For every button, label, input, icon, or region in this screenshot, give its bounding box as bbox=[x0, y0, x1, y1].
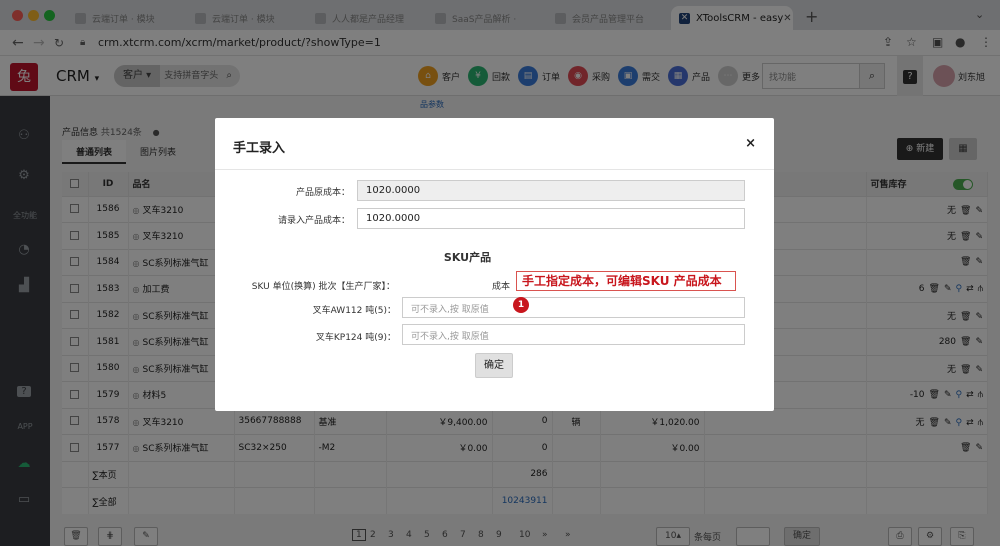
manual-entry-dialog: 手工录入 × 产品原成本： 1020.0000 请录入产品成本： 1020.00… bbox=[215, 118, 774, 411]
orig-cost-label: 产品原成本： bbox=[295, 188, 350, 198]
cost-column-label: 成本 bbox=[491, 282, 510, 292]
dialog-title: 手工录入 bbox=[233, 141, 286, 156]
sku2-label: 叉车KP124 吨(9)： bbox=[315, 333, 396, 343]
sku1-cost-input[interactable]: 可不录入,按 取原值 bbox=[402, 297, 745, 318]
dialog-header: 手工录入 × bbox=[215, 118, 774, 170]
annotation-callout: 手工指定成本，可编辑SKU 产品成本 bbox=[516, 271, 736, 291]
sku-column-label: SKU 单位(换算) 批次【生产厂家】： bbox=[251, 282, 395, 292]
close-icon[interactable]: × bbox=[745, 136, 756, 151]
sku1-label: 叉车AW112 吨(5)： bbox=[312, 306, 396, 316]
input-cost-field[interactable]: 1020.0000 bbox=[357, 208, 745, 229]
sku-heading: SKU产品 bbox=[443, 251, 492, 264]
confirm-button[interactable]: 确定 bbox=[475, 353, 513, 378]
input-cost-label: 请录入产品成本： bbox=[277, 216, 350, 226]
sku2-cost-input[interactable]: 可不录入,按 取原值 bbox=[402, 324, 745, 345]
annotation-badge: 1 bbox=[513, 297, 529, 313]
orig-cost-field: 1020.0000 bbox=[357, 180, 745, 201]
